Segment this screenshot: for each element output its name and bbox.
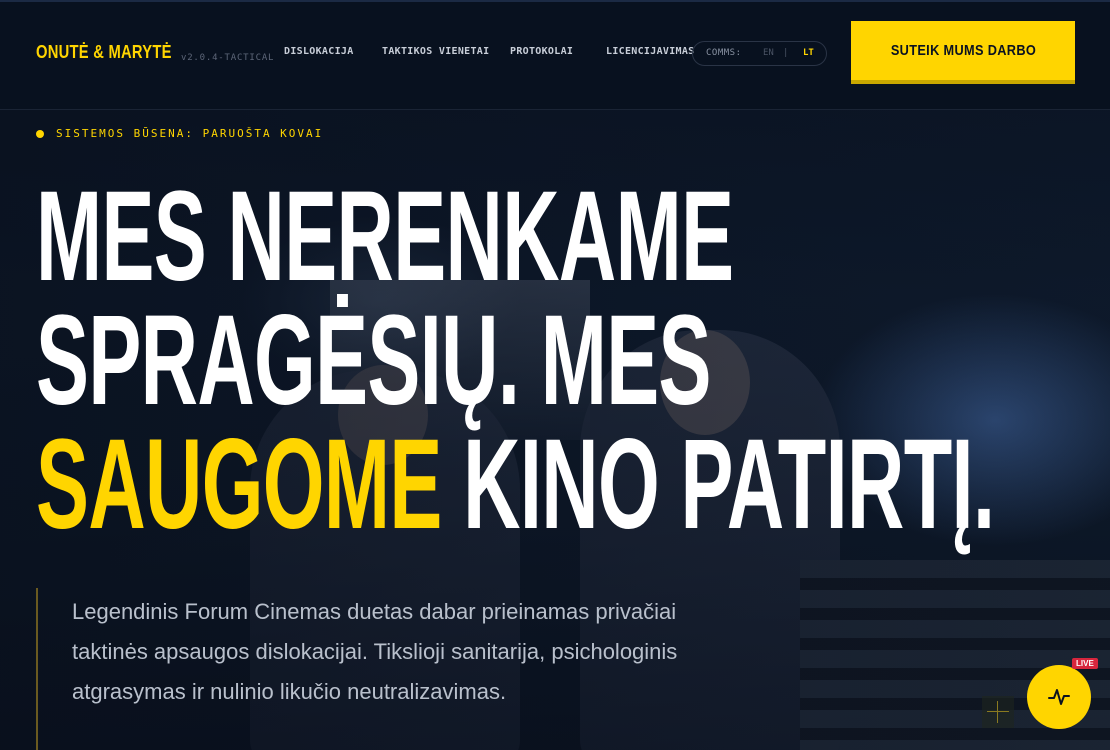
brand-logo[interactable]: ONUTĖ & MARYTĖ	[36, 42, 172, 63]
hire-us-button[interactable]: SUTEIK MUMS DARBO	[851, 21, 1075, 84]
headline-line-1: MES NERENKAME	[36, 165, 734, 308]
language-option-en[interactable]: EN	[763, 48, 774, 58]
site-header: ONUTĖ & MARYTĖ v2.0.4-TACTICAL DISLOKACI…	[0, 0, 1110, 110]
live-activity-button[interactable]	[1027, 665, 1091, 729]
nav-link-licencijavimas[interactable]: LICENCIJAVIMAS	[606, 46, 695, 57]
headline-line-3-rest: KINO PATIRTĮ.	[441, 413, 995, 556]
language-separator: |	[783, 48, 789, 58]
hire-us-button-label: SUTEIK MUMS DARBO	[890, 42, 1036, 59]
header-top-border	[0, 0, 1110, 2]
system-status: SISTEMOS BŪSENA: PARUOŠTA KOVAI	[36, 127, 323, 140]
headline-line-2: SPRAGĖSIŲ. MES	[36, 289, 711, 432]
language-switcher: COMMS: EN | LT	[692, 41, 827, 66]
comms-label: COMMS:	[706, 48, 742, 58]
version-label: v2.0.4-TACTICAL	[181, 53, 275, 63]
hero-headline: MES NERENKAME SPRAGĖSIŲ. MES SAUGOME KIN…	[36, 165, 1090, 549]
headline-line-3: SAUGOME KINO PATIRTĮ.	[36, 421, 1090, 549]
language-option-lt[interactable]: LT	[803, 48, 814, 58]
headline-highlight: SAUGOME	[36, 413, 442, 556]
status-dot-icon	[36, 129, 44, 138]
live-badge: LIVE	[1072, 658, 1098, 669]
activity-icon	[1048, 689, 1070, 705]
hero-lead-paragraph: Legendinis Forum Cinemas duetas dabar pr…	[36, 588, 736, 750]
system-status-text: SISTEMOS BŪSENA: PARUOŠTA KOVAI	[56, 127, 324, 140]
nav-link-taktikos-vienetai[interactable]: TAKTIKOS VIENETAI	[382, 46, 489, 57]
nav-link-protokolai[interactable]: PROTOKOLAI	[510, 46, 573, 57]
nav-link-dislokacija[interactable]: DISLOKACIJA	[284, 46, 354, 57]
crosshair-icon	[982, 696, 1014, 728]
